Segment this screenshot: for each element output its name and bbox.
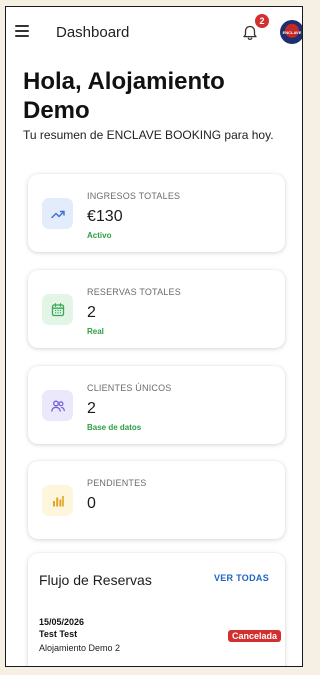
calendar-icon xyxy=(42,294,73,325)
stat-card-bookings: RESERVAS TOTALES 2 Real xyxy=(28,270,285,348)
stat-value: 0 xyxy=(87,495,96,512)
bookings-flow-card: Flujo de Reservas VER TODAS 15/05/2026 T… xyxy=(28,553,285,666)
booking-property: Alojamiento Demo 2 xyxy=(39,643,121,653)
stat-card-revenue: INGRESOS TOTALES €130 Activo xyxy=(28,174,285,252)
section-title: Flujo de Reservas xyxy=(39,572,152,588)
top-bar: Dashboard 2 ENCLAVE xyxy=(6,7,302,59)
stat-note: Real xyxy=(87,327,104,336)
status-badge: Cancelada xyxy=(227,630,281,642)
stat-note: Base de datos xyxy=(87,423,142,432)
bar-chart-icon xyxy=(42,485,73,516)
avatar[interactable]: ENCLAVE xyxy=(280,20,302,44)
booking-guest: Test Test xyxy=(39,629,78,639)
stat-card-clients: CLIENTES ÚNICOS 2 Base de datos xyxy=(28,366,285,444)
view-all-link[interactable]: VER TODAS xyxy=(214,573,269,583)
stat-label: INGRESOS TOTALES xyxy=(87,191,181,201)
greeting-title: Hola, Alojamiento Demo xyxy=(23,68,225,124)
users-icon xyxy=(42,390,73,421)
stat-label: CLIENTES ÚNICOS xyxy=(87,383,172,393)
booking-row[interactable]: 15/05/2026 Test Test Alojamiento Demo 2 … xyxy=(39,617,281,661)
stat-label: RESERVAS TOTALES xyxy=(87,287,181,297)
menu-icon[interactable] xyxy=(15,25,29,37)
app-screen: Dashboard 2 ENCLAVE Hola, Alojamiento De… xyxy=(5,6,303,667)
stat-note: Activo xyxy=(87,231,112,240)
stat-label: PENDIENTES xyxy=(87,478,147,488)
stat-value: 2 xyxy=(87,304,96,321)
page-title: Dashboard xyxy=(56,24,130,41)
stat-value: €130 xyxy=(87,208,123,225)
notification-badge: 2 xyxy=(255,14,269,28)
stat-card-pending: PENDIENTES 0 xyxy=(28,461,285,539)
booking-date: 15/05/2026 xyxy=(39,617,85,627)
greeting-subtitle: Tu resumen de ENCLAVE BOOKING para hoy. xyxy=(23,128,274,142)
stat-value: 2 xyxy=(87,400,96,417)
trending-up-icon xyxy=(42,198,73,229)
